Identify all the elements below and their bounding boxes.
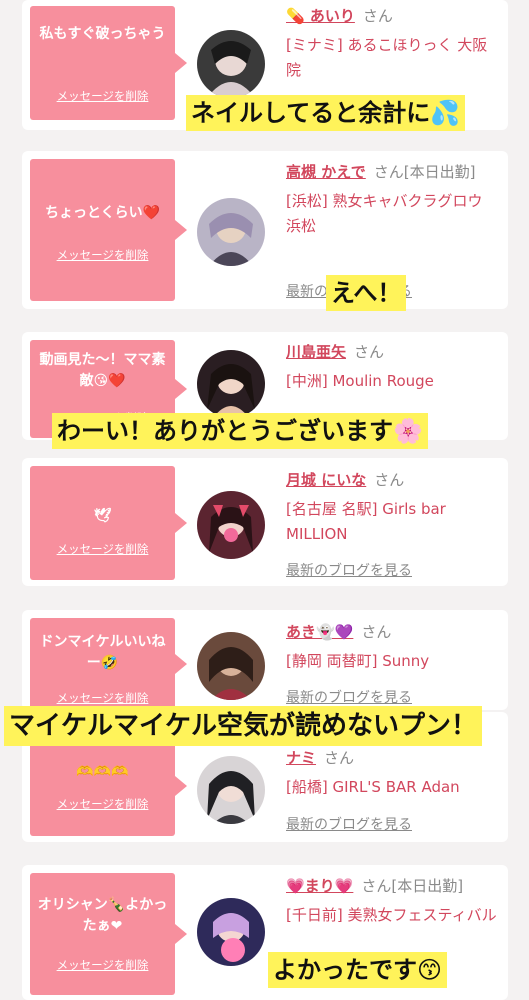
honorific: さん — [354, 343, 385, 361]
message-text: ドンマイケルいいねー🤣 — [39, 634, 166, 671]
caption-overlay: わーい！ありがとうございます🌸 — [52, 413, 428, 449]
shop-name: [静岡 両替町] Sunny — [286, 652, 430, 670]
message-text: 私もすぐ破っちゃう — [39, 26, 166, 42]
message-bubble: 🕊 メッセージを削除 — [30, 466, 187, 580]
honorific: さん — [361, 877, 392, 895]
message-bubble: ちょっとくらい❤️ メッセージを削除 — [30, 159, 187, 301]
message-card-2: ちょっとくらい❤️ メッセージを削除 高槻 かえで さん[本日出勤] [浜松] 熟… — [22, 151, 508, 311]
user-info: 月城 にいな さん [名古屋 名駅] Girls bar MILLION — [286, 468, 502, 547]
honorific: さん — [374, 471, 405, 489]
user-info: あき👻💜 さん [静岡 両替町] Sunny — [286, 620, 502, 674]
user-name-link[interactable]: ナミ — [286, 749, 316, 767]
caption-overlay: ネイルしてると余計に💦 — [186, 95, 466, 131]
user-name-link[interactable]: 川島亜矢 — [286, 343, 346, 361]
honorific: さん — [361, 623, 392, 641]
user-info: ナミ さん [船橋] GIRL'S BAR Adan — [286, 746, 502, 800]
status-badge: [本日出勤] — [391, 877, 464, 895]
message-text: 🕊 — [93, 508, 112, 524]
message-bubble: 私もすぐ破っちゃう メッセージを削除 — [30, 6, 187, 120]
shop-name: [中洲] Moulin Rouge — [286, 372, 434, 390]
message-card-7: オリシャン🍾よかったぁ❤ メッセージを削除 💗まり💗 さん[本日出勤] [千日前]… — [22, 865, 508, 1000]
user-info: 高槻 かえで さん[本日出勤] [浜松] 熟女キャバクラグロウ 浜松 — [286, 160, 502, 239]
message-card-5: ドンマイケルいいねー🤣 メッセージを削除 あき👻💜 さん [静岡 両替町] Sun… — [22, 610, 508, 710]
avatar[interactable] — [197, 898, 265, 966]
delete-message-link[interactable]: メッセージを削除 — [30, 957, 175, 973]
user-name-link[interactable]: 💊 あいり — [286, 7, 355, 25]
avatar[interactable] — [197, 756, 265, 824]
delete-message-link[interactable]: メッセージを削除 — [30, 88, 175, 104]
message-text: オリシャン🍾よかったぁ❤ — [37, 897, 168, 934]
caption-overlay: マイケルマイケル空気が読めないプン！ — [4, 706, 483, 746]
avatar[interactable] — [197, 491, 265, 559]
user-info: 💊 あいり さん [ミナミ] あるこほりっく 大阪院 — [286, 4, 502, 83]
caption-overlay: よかったです😙 — [268, 952, 448, 988]
message-card-4: 🕊 メッセージを削除 月城 にいな さん [名古屋 名駅] Girls bar M… — [22, 458, 508, 586]
message-bubble: ドンマイケルいいねー🤣 メッセージを削除 — [30, 618, 187, 710]
shop-name: [船橋] GIRL'S BAR Adan — [286, 778, 460, 796]
message-text: 動画見た〜！ママ素敵😘❤️ — [39, 352, 166, 389]
user-name-link[interactable]: 💗まり💗 — [286, 877, 353, 895]
delete-message-link[interactable]: メッセージを削除 — [30, 541, 175, 557]
message-text: 🫶🫶🫶 — [76, 764, 129, 780]
delete-message-link[interactable]: メッセージを削除 — [30, 690, 175, 706]
user-name-link[interactable]: 高槻 かえで — [286, 163, 366, 181]
shop-name: [名古屋 名駅] Girls bar MILLION — [286, 500, 446, 543]
status-badge: [本日出勤] — [403, 163, 476, 181]
latest-blog-link[interactable]: 最新のブログを見る — [286, 560, 412, 580]
delete-message-link[interactable]: メッセージを削除 — [30, 247, 175, 263]
shop-name: [千日前] 美熟女フェスティバル — [286, 906, 497, 924]
honorific: さん — [362, 7, 393, 25]
delete-message-link[interactable]: メッセージを削除 — [30, 796, 175, 812]
latest-blog-link[interactable]: 最新のブログを見る — [286, 814, 412, 834]
message-bubble: 🫶🫶🫶 メッセージを削除 — [30, 736, 187, 836]
latest-blog-link[interactable]: 最新のブログを見る — [286, 687, 412, 707]
message-bubble: オリシャン🍾よかったぁ❤ メッセージを削除 — [30, 873, 187, 995]
avatar[interactable] — [197, 632, 265, 700]
message-text: ちょっとくらい❤️ — [44, 205, 160, 221]
user-name-link[interactable]: あき👻💜 — [286, 623, 353, 641]
user-info: 川島亜矢 さん [中洲] Moulin Rouge — [286, 340, 502, 394]
user-info: 💗まり💗 さん[本日出勤] [千日前] 美熟女フェスティバル — [286, 874, 502, 928]
user-name-link[interactable]: 月城 にいな — [286, 471, 366, 489]
message-card-3: 動画見た〜！ママ素敵😘❤️ メッセージを削除 川島亜矢さん [中洲] Mouli… — [22, 332, 508, 449]
caption-overlay: えへ！ — [326, 275, 407, 311]
shop-name: [ミナミ] あるこほりっく 大阪院 — [286, 36, 488, 79]
message-card-1: 私もすぐ破っちゃう メッセージを削除 💊 あいり さん [ミナミ] あるこほりっく… — [22, 0, 508, 131]
avatar[interactable] — [197, 350, 265, 418]
shop-name: [浜松] 熟女キャバクラグロウ 浜松 — [286, 192, 483, 235]
avatar[interactable] — [197, 30, 265, 98]
honorific: さん — [324, 749, 355, 767]
honorific: さん — [373, 163, 404, 181]
avatar[interactable] — [197, 198, 265, 266]
